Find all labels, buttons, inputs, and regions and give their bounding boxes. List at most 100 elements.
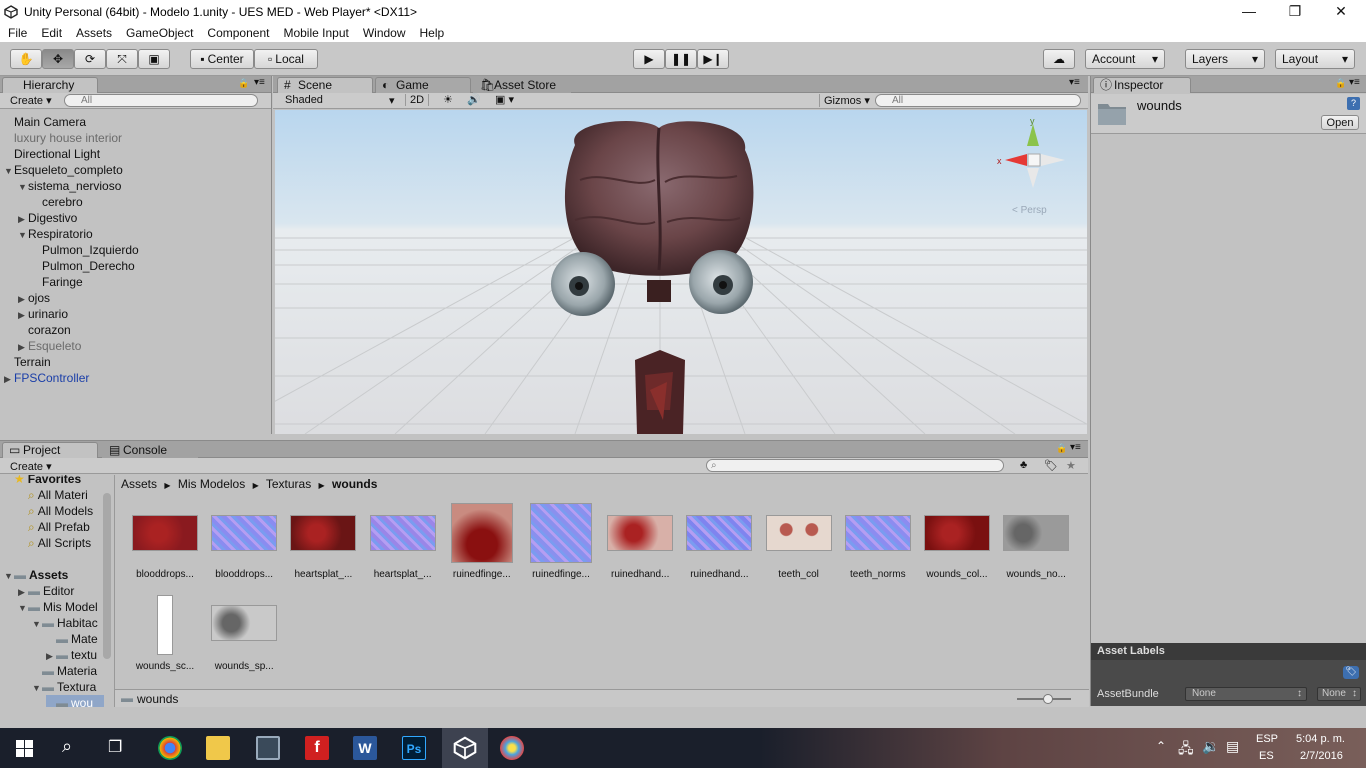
asset-item[interactable]: blooddrops... [206, 499, 282, 585]
tree-arrow-icon[interactable]: ▶ [18, 584, 28, 600]
tree-arrow-icon[interactable]: ▶ [46, 648, 56, 664]
lock-icon[interactable]: 🔒 [1056, 443, 1067, 454]
layout-dropdown[interactable]: Layout ▾ [1275, 49, 1355, 69]
language-label-2[interactable]: ES [1259, 750, 1274, 762]
pivot-center-button[interactable]: ▪ Center [190, 49, 254, 69]
project-tree-item[interactable]: ▬ wou [46, 695, 104, 707]
gizmos-dropdown[interactable]: Gizmos ▾ [819, 94, 870, 107]
hierarchy-item[interactable]: cerebro [32, 194, 83, 210]
hierarchy-create-dropdown[interactable]: Create ▾ [10, 94, 52, 107]
cloud-button[interactable]: ☁ [1043, 49, 1075, 69]
volume-icon[interactable]: 🔉 [1202, 738, 1219, 755]
hierarchy-item[interactable]: ▶ Esqueleto [18, 338, 81, 354]
tab-project[interactable]: ▭ Project [2, 442, 98, 458]
hierarchy-item[interactable]: ▶ ojos [18, 290, 50, 306]
word-icon[interactable]: W [353, 736, 377, 760]
asset-bundle-variant-dropdown[interactable]: None ↕ [1317, 687, 1361, 701]
project-search-input[interactable]: ⌕ [706, 459, 1004, 472]
project-tree-item[interactable]: ▼▬ Textura [32, 679, 96, 695]
asset-item[interactable]: teeth_col [761, 499, 837, 585]
clock-date[interactable]: 2/7/2016 [1300, 750, 1343, 762]
hierarchy-item[interactable]: ▶ urinario [18, 306, 68, 322]
notification-message-icon[interactable]: ▤ [1226, 738, 1239, 755]
menu-help[interactable]: Help [413, 26, 452, 40]
network-icon[interactable]: 🖧 [1178, 738, 1194, 762]
pause-button[interactable]: ❚❚ [665, 49, 697, 69]
menu-mobile-input[interactable]: Mobile Input [276, 26, 355, 40]
shading-mode-dropdown[interactable]: Shaded ▾ [285, 94, 397, 107]
hierarchy-item[interactable]: ▼sistema_nervioso [18, 178, 121, 194]
scene-orientation-gizmo[interactable]: y x < Persp [997, 116, 1065, 216]
menu-gameobject[interactable]: GameObject [119, 26, 200, 40]
pivot-local-button[interactable]: ▫ Local [254, 49, 318, 69]
tag-icon[interactable]: 🏷 [1343, 666, 1359, 679]
flash-icon[interactable]: f [305, 736, 329, 760]
chrome-icon[interactable] [158, 736, 182, 760]
menu-edit[interactable]: Edit [34, 26, 69, 40]
help-icon[interactable]: ? [1347, 97, 1360, 110]
media-player-icon[interactable] [256, 736, 280, 760]
collapse-arrow-icon[interactable]: ▶ [18, 339, 28, 355]
lock-icon[interactable]: 🔒 [1335, 78, 1346, 89]
slider-handle[interactable] [1043, 694, 1053, 704]
hierarchy-item[interactable]: ▼Respiratorio [18, 226, 93, 242]
filter-type-icon[interactable]: ♣ [1020, 459, 1027, 471]
tab-game[interactable]: ◐ Game [375, 77, 471, 93]
scale-tool-button[interactable]: ⤧ [106, 49, 138, 69]
open-button[interactable]: Open [1321, 115, 1359, 130]
hierarchy-item[interactable]: Main Camera [4, 114, 86, 130]
asset-item[interactable]: heartsplat_... [365, 499, 441, 585]
hierarchy-item[interactable]: ▶ FPSController [4, 370, 89, 386]
close-button[interactable]: ✕ [1318, 0, 1364, 24]
expand-arrow-icon[interactable]: ▼ [18, 227, 28, 243]
breadcrumb-texturas[interactable]: Texturas [266, 477, 311, 491]
hierarchy-item[interactable]: Directional Light [4, 146, 100, 162]
minimize-button[interactable]: — [1226, 0, 1272, 24]
photoshop-icon[interactable]: Ps [402, 736, 426, 760]
expand-arrow-icon[interactable]: ▼ [4, 163, 14, 179]
tab-hierarchy[interactable]: Hierarchy [2, 77, 98, 93]
rect-tool-button[interactable]: ▣ [138, 49, 170, 69]
project-tree-item[interactable]: ⌕ All Materi [18, 487, 88, 503]
panel-menu-icon[interactable]: ▾≡ [1069, 77, 1080, 88]
pharynx-model[interactable] [635, 350, 685, 434]
tree-arrow-icon[interactable]: ▼ [4, 568, 14, 584]
hierarchy-item[interactable]: Faringe [32, 274, 83, 290]
filter-label-icon[interactable]: 🏷 [1044, 459, 1058, 472]
asset-bundle-dropdown[interactable]: None ↕ [1185, 687, 1307, 701]
asset-item[interactable]: teeth_norms [840, 499, 916, 585]
tab-asset-store[interactable]: 🛍 Asset Store [473, 77, 571, 93]
file-explorer-icon[interactable] [206, 736, 230, 760]
hierarchy-item[interactable]: Terrain [4, 354, 51, 370]
tree-arrow-icon[interactable]: ▼ [32, 616, 42, 632]
project-tree-item[interactable]: ▼▬ Mis Model [18, 599, 98, 615]
audio-icon[interactable]: 🔊 [467, 93, 481, 106]
asset-item[interactable]: wounds_sp... [206, 591, 282, 677]
hand-tool-button[interactable]: ✋ [10, 49, 42, 69]
asset-item[interactable]: wounds_col... [919, 499, 995, 585]
breadcrumb-assets[interactable]: Assets [121, 477, 157, 491]
breadcrumb-wounds[interactable]: wounds [332, 477, 377, 491]
project-tree-item[interactable]: ▼▬ Habitac [32, 615, 98, 631]
hierarchy-item[interactable]: luxury house interior [4, 130, 122, 146]
lock-icon[interactable]: 🔒 [238, 78, 249, 89]
restore-button[interactable]: ❐ [1272, 0, 1318, 24]
play-button[interactable]: ▶ [633, 49, 665, 69]
hierarchy-item[interactable]: ▼Esqueleto_completo [4, 162, 123, 178]
project-tree-item[interactable]: ▶ ▬ Editor [18, 583, 74, 599]
collapse-arrow-icon[interactable]: ▶ [18, 291, 28, 307]
language-label-1[interactable]: ESP [1256, 733, 1278, 745]
tab-inspector[interactable]: ⓘ Inspector [1093, 77, 1191, 93]
step-button[interactable]: ▶❙ [697, 49, 729, 69]
scene-search-input[interactable]: All [875, 94, 1081, 107]
project-tree-item[interactable]: ▶ ▬ textu [46, 647, 97, 663]
search-icon[interactable]: ⌕ [62, 736, 72, 757]
unity-taskbar-active[interactable] [442, 728, 488, 768]
rotate-tool-button[interactable]: ⟳ [74, 49, 106, 69]
hierarchy-item[interactable]: Pulmon_Derecho [32, 258, 135, 274]
tab-scene[interactable]: # Scene [277, 77, 373, 93]
move-tool-button[interactable]: ✥ [42, 49, 74, 69]
panel-menu-icon[interactable]: ▾≡ [1070, 442, 1081, 453]
asset-item[interactable]: blooddrops... [127, 499, 203, 585]
chevron-up-icon[interactable]: ⌃ [1156, 739, 1166, 753]
